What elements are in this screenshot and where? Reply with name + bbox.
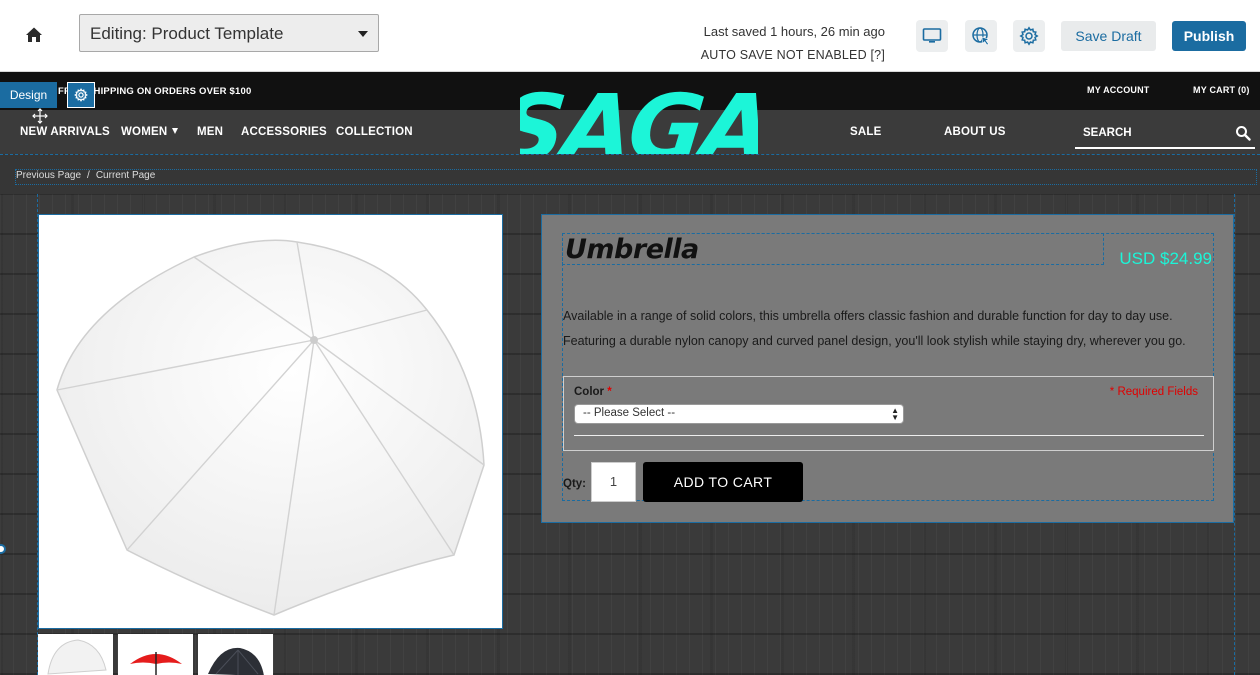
product-info-panel: Umbrella USD $24.99 Available in a range…: [541, 214, 1234, 523]
nav-women[interactable]: WOMEN: [121, 126, 167, 138]
site-globe-button[interactable]: [965, 20, 997, 52]
breadcrumb: Previous Page / Current Page: [0, 154, 1260, 194]
product-details-frame: Available in a range of solid colors, th…: [562, 233, 1214, 502]
nav-accessories[interactable]: ACCESSORIES: [241, 126, 327, 138]
add-to-cart-button[interactable]: ADD TO CART: [643, 462, 803, 502]
breadcrumb-separator: /: [87, 170, 90, 181]
template-dropdown-label: Editing: Product Template: [90, 24, 284, 43]
thumbnail-black-umbrella[interactable]: [198, 634, 273, 675]
home-button[interactable]: [21, 22, 47, 48]
product-description: Available in a range of solid colors, th…: [563, 304, 1203, 354]
description-line-1: Available in a range of solid colors, th…: [563, 309, 1173, 323]
site-canvas: FREE SHIPPING ON ORDERS OVER $100 MY ACC…: [0, 72, 1260, 675]
autosave-status[interactable]: AUTO SAVE NOT ENABLED [?]: [701, 48, 885, 62]
breadcrumb-current: Current Page: [95, 170, 156, 181]
thumbnail-red-umbrella[interactable]: [118, 634, 193, 675]
home-icon: [26, 27, 42, 42]
globe-cursor-icon: [972, 27, 990, 46]
desktop-icon: [922, 28, 942, 43]
search-input[interactable]: SEARCH: [1075, 123, 1255, 149]
product-options: Color * * Required Fields -- Please Sele…: [563, 376, 1214, 451]
gear-icon: [1019, 26, 1039, 46]
gear-icon: [74, 88, 88, 102]
nav-collection[interactable]: COLLECTION: [336, 126, 413, 138]
umbrella-image: [56, 239, 485, 616]
desktop-preview-button[interactable]: [916, 20, 948, 52]
my-account-link[interactable]: MY ACCOUNT: [1087, 85, 1150, 95]
breadcrumb-previous-link[interactable]: Previous Page: [16, 170, 81, 181]
resize-handle[interactable]: [0, 544, 6, 554]
select-arrows-icon: ▲ ▼: [891, 406, 899, 422]
design-settings-button[interactable]: [67, 82, 95, 108]
move-handle-icon[interactable]: [32, 108, 48, 124]
color-select-value: -- Please Select --: [583, 407, 676, 419]
color-label-text: Color: [574, 386, 605, 398]
divider: [574, 435, 1204, 436]
required-fields-note: * Required Fields: [1109, 386, 1198, 398]
quantity-input[interactable]: 1: [591, 462, 636, 502]
nav-sale[interactable]: SALE: [850, 126, 881, 138]
design-tab[interactable]: Design: [0, 82, 57, 108]
required-star: *: [607, 386, 612, 398]
nav-about-us[interactable]: ABOUT US: [944, 126, 1006, 138]
black-umbrella-thumbnail: [208, 647, 264, 675]
search-icon[interactable]: [1235, 125, 1251, 141]
save-draft-button[interactable]: Save Draft: [1061, 21, 1156, 51]
qty-label: Qty:: [563, 478, 586, 490]
guide-line: [1234, 194, 1235, 675]
breadcrumb-frame: Previous Page / Current Page: [15, 169, 1257, 185]
settings-button[interactable]: [1013, 20, 1045, 52]
search-placeholder: SEARCH: [1083, 127, 1132, 139]
editor-toolbar: Editing: Product Template Last saved 1 h…: [0, 0, 1260, 72]
chevron-down-icon[interactable]: [172, 128, 178, 134]
color-select[interactable]: -- Please Select -- ▲ ▼: [574, 404, 904, 424]
chevron-down-icon: [358, 31, 368, 37]
nav-new-arrivals[interactable]: NEW ARRIVALS: [20, 126, 110, 138]
nav-men[interactable]: MEN: [197, 126, 223, 138]
thumbnail-white-umbrella[interactable]: [38, 634, 113, 675]
white-umbrella-thumbnail: [47, 639, 107, 675]
red-umbrella-thumbnail: [130, 652, 182, 675]
my-cart-link[interactable]: MY CART (0): [1193, 85, 1250, 95]
last-saved-status: Last saved 1 hours, 26 min ago: [703, 24, 885, 39]
description-line-2: Featuring a durable nylon canopy and cur…: [563, 334, 1186, 348]
product-main-image[interactable]: [38, 214, 503, 629]
color-label: Color *: [574, 386, 612, 398]
publish-button[interactable]: Publish: [1172, 21, 1246, 51]
template-dropdown[interactable]: Editing: Product Template: [79, 14, 379, 52]
